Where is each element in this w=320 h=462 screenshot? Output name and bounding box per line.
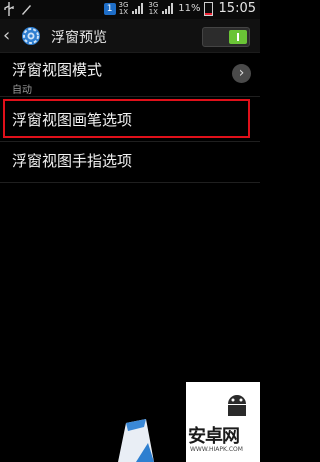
watermark-url: WWW.HIAPK.COM xyxy=(190,446,243,453)
switch-knob xyxy=(229,30,247,44)
chevron-right-icon: › xyxy=(232,64,251,83)
clock: 15:05 xyxy=(218,1,256,16)
master-toggle-switch[interactable] xyxy=(202,27,250,47)
site-watermark: 安卓网 WWW.HIAPK.COM xyxy=(186,382,260,462)
highlight-box xyxy=(3,99,250,138)
network-type-1: 3G 1X xyxy=(118,0,129,16)
action-bar: ‹ 浮窗预览 xyxy=(0,19,260,53)
finger-options-title: 浮窗视图手指选项 xyxy=(12,152,133,170)
page-title: 浮窗预览 xyxy=(51,30,107,46)
status-bar: 1 3G 1X 3G 1X 11% 15:05 xyxy=(0,0,260,19)
list-item-view-mode[interactable]: 浮窗视图模式 自动 › xyxy=(0,53,260,97)
list-item-finger-options[interactable]: 浮窗视图手指选项 xyxy=(0,142,260,183)
battery-percent: 11% xyxy=(178,3,201,14)
android-logo-icon xyxy=(228,395,246,416)
back-arrow-icon[interactable]: ‹ xyxy=(3,25,10,46)
gear-icon xyxy=(22,27,40,45)
edit-pen-icon xyxy=(22,5,31,15)
sim-badge: 1 xyxy=(103,2,116,15)
network-type-2: 3G 1X xyxy=(148,0,159,16)
watermark-text: 安卓网 xyxy=(188,426,240,447)
signal-icon xyxy=(131,3,145,14)
battery-icon xyxy=(203,1,213,16)
view-mode-title: 浮窗视图模式 xyxy=(12,61,103,79)
signal-icon-2 xyxy=(161,3,175,14)
floating-window-graphic xyxy=(118,419,154,462)
usb-icon xyxy=(4,2,14,16)
view-mode-value: 自动 xyxy=(12,85,32,96)
